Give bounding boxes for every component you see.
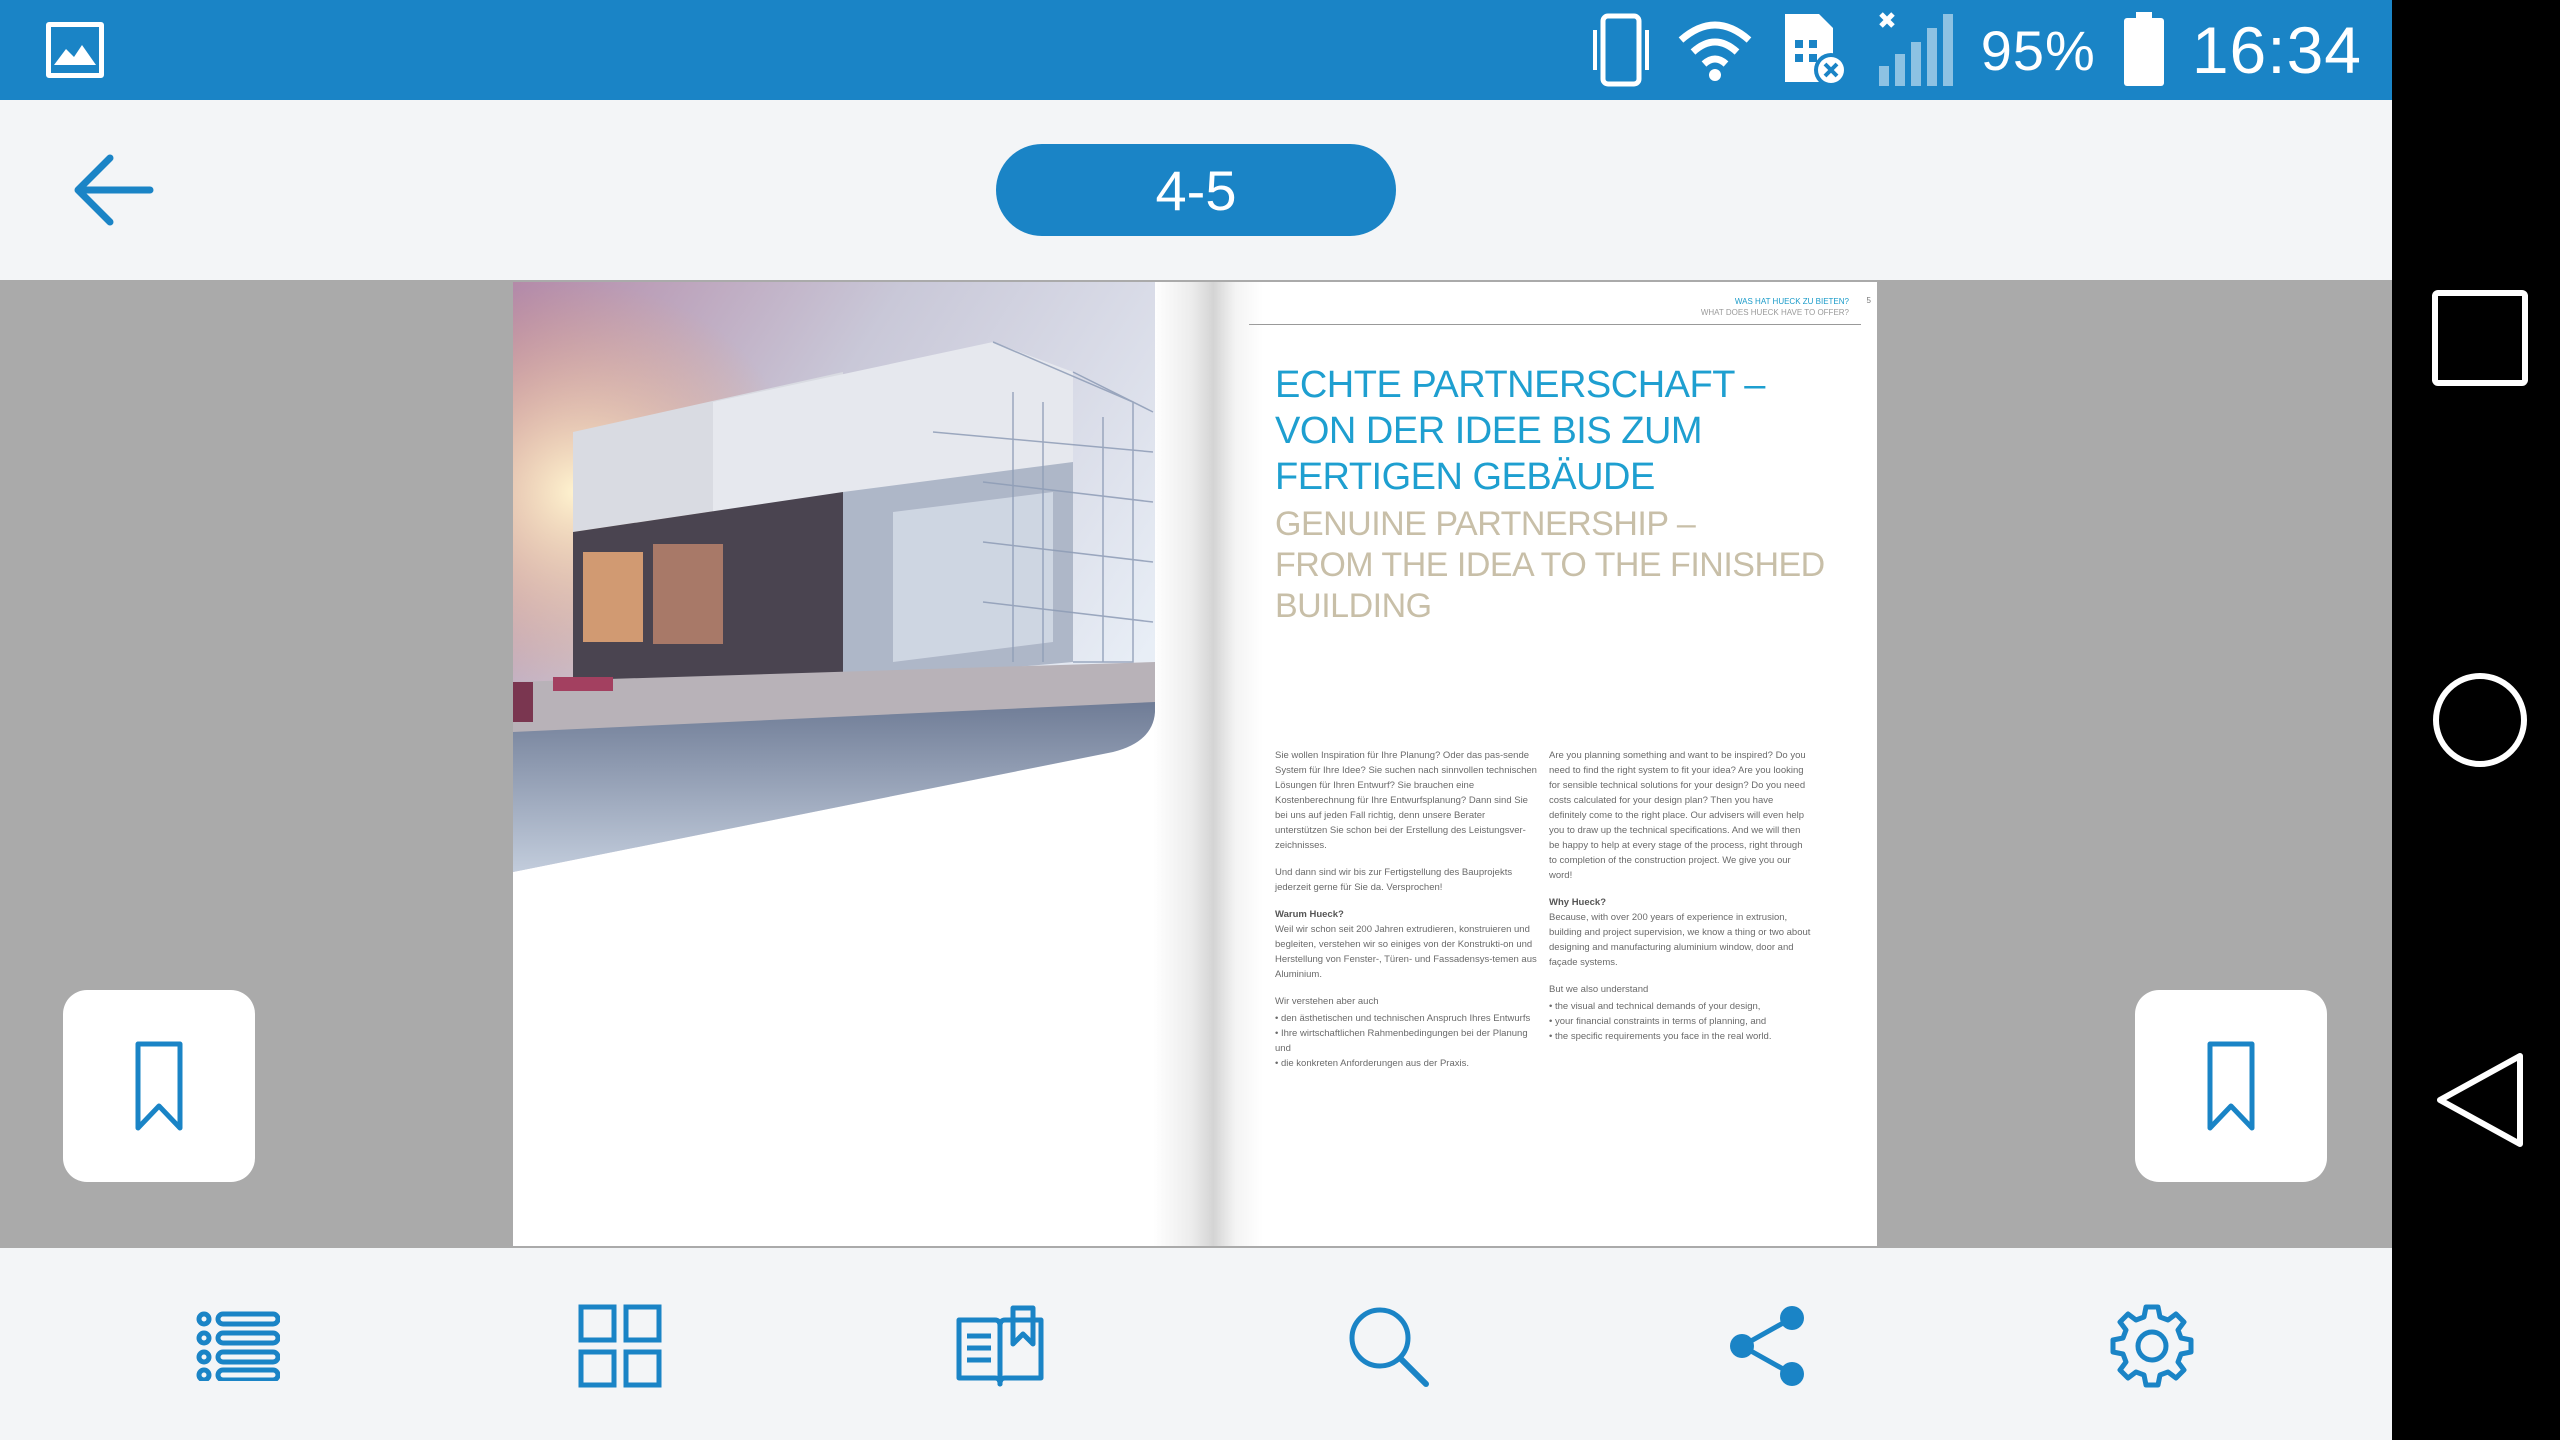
right-page: WAS HAT HUECK ZU BIETEN? WHAT DOES HUECK… xyxy=(1195,282,1877,1246)
system-navigation-bar xyxy=(2392,0,2560,1440)
page-number: 5 xyxy=(1866,296,1871,305)
square-icon xyxy=(2432,290,2528,386)
heading-en-line: GENUINE PARTNERSHIP – xyxy=(1275,505,1696,543)
search-icon xyxy=(1349,1307,1429,1387)
document-viewer[interactable]: WAS HAT HUECK ZU BIETEN? WHAT DOES HUECK… xyxy=(0,280,2392,1248)
recents-button[interactable] xyxy=(2430,288,2530,388)
list-item: Ihre wirtschaftlichen Rahmenbedingungen … xyxy=(1275,1026,1537,1056)
settings-button[interactable] xyxy=(2104,1298,2200,1394)
building-photo xyxy=(513,282,1155,872)
subheading: Warum Hueck? xyxy=(1275,909,1344,920)
share-button[interactable] xyxy=(1720,1298,1816,1394)
back-button[interactable] xyxy=(70,150,156,230)
vibrate-icon xyxy=(1592,13,1649,87)
battery-icon xyxy=(2123,12,2164,86)
page-indicator-button[interactable]: 4-5 xyxy=(996,144,1396,236)
heading-de-line: VON DER IDEE BIS ZUM xyxy=(1275,410,1703,452)
heading-en-line: FROM THE IDEA TO THE FINISHED xyxy=(1275,546,1825,584)
body-column-german: Sie wollen Inspiration für Ihre Planung?… xyxy=(1275,748,1537,1071)
paragraph: Because, with over 200 years of experien… xyxy=(1549,912,1811,968)
running-head-title: WAS HAT HUECK ZU BIETEN? xyxy=(1734,297,1849,306)
list-item: die konkreten Anforderungen aus der Prax… xyxy=(1275,1056,1537,1071)
bottom-toolbar xyxy=(0,1248,2392,1440)
bookmark-left-page-button[interactable] xyxy=(63,990,255,1182)
list-icon xyxy=(196,1311,280,1381)
table-of-contents-button[interactable] xyxy=(190,1298,286,1394)
triangle-back-icon xyxy=(2437,1053,2523,1147)
sim-error-icon xyxy=(1784,14,1848,87)
home-button[interactable] xyxy=(2430,670,2530,770)
thumbnails-button[interactable] xyxy=(572,1298,668,1394)
list-item: your financial constraints in terms of p… xyxy=(1549,1014,1811,1029)
signal-icon xyxy=(1878,12,1953,86)
paragraph: Wir verstehen aber auch xyxy=(1275,996,1379,1007)
subheading: Why Hueck? xyxy=(1549,897,1607,908)
clock: 16:34 xyxy=(2191,13,2362,87)
page-spread: WAS HAT HUECK ZU BIETEN? WHAT DOES HUECK… xyxy=(513,282,1877,1246)
settings-icon xyxy=(2110,1304,2194,1388)
list-item: den ästhetischen und technischen Anspruc… xyxy=(1275,1011,1537,1026)
heading-english: GENUINE PARTNERSHIP – FROM THE IDEA TO T… xyxy=(1275,504,1835,627)
search-button[interactable] xyxy=(1340,1298,1436,1394)
app-screen: 95% 16:34 4-5 WAS HAT HUECK ZU BIETEN? W… xyxy=(0,0,2392,1440)
heading-de-line: ECHTE PARTNERSCHAFT – xyxy=(1275,364,1765,406)
paragraph: Weil wir schon seit 200 Jahren extrudier… xyxy=(1275,924,1537,980)
bookmark-icon xyxy=(2207,1041,2255,1131)
bookmark-right-page-button[interactable] xyxy=(2135,990,2327,1182)
paragraph: But we also understand xyxy=(1549,984,1649,995)
wifi-icon xyxy=(1678,21,1752,81)
running-head-subtitle: WHAT DOES HUECK HAVE TO OFFER? xyxy=(1700,308,1849,317)
list-item: the visual and technical demands of your… xyxy=(1549,999,1811,1014)
bookmark-icon xyxy=(135,1041,183,1131)
running-head: WAS HAT HUECK ZU BIETEN? WHAT DOES HUECK… xyxy=(1701,296,1849,318)
body-column-english: Are you planning something and want to b… xyxy=(1549,748,1811,1044)
back-nav-button[interactable] xyxy=(2430,1050,2530,1150)
gallery-icon xyxy=(46,22,104,78)
share-icon xyxy=(1730,1306,1804,1386)
battery-percent: 95% xyxy=(1980,18,2096,82)
list-item: the specific requirements you face in th… xyxy=(1549,1029,1811,1044)
status-bar: 95% 16:34 xyxy=(0,0,2392,100)
paragraph: Are you planning something and want to b… xyxy=(1549,750,1806,881)
heading-de-line: FERTIGEN GEBÄUDE xyxy=(1275,456,1655,498)
bullet-list: den ästhetischen und technischen Anspruc… xyxy=(1275,1011,1537,1071)
left-page xyxy=(513,282,1195,1246)
bookmarks-button[interactable] xyxy=(952,1298,1048,1394)
heading-en-line: BUILDING xyxy=(1275,587,1432,625)
bullet-list: the visual and technical demands of your… xyxy=(1549,999,1811,1044)
paragraph: Und dann sind wir bis zur Fertigstellung… xyxy=(1275,867,1513,893)
page-gutter-shadow xyxy=(1153,282,1263,1246)
grid-icon xyxy=(578,1304,662,1388)
paragraph: Sie wollen Inspiration für Ihre Planung?… xyxy=(1275,750,1537,851)
circle-icon xyxy=(2433,673,2527,767)
arrow-left-icon xyxy=(74,154,154,226)
heading-german: ECHTE PARTNERSCHAFT – VON DER IDEE BIS Z… xyxy=(1275,362,1835,500)
top-app-bar: 4-5 xyxy=(0,100,2392,280)
header-rule xyxy=(1249,324,1861,325)
book-bookmark-icon xyxy=(956,1305,1044,1387)
